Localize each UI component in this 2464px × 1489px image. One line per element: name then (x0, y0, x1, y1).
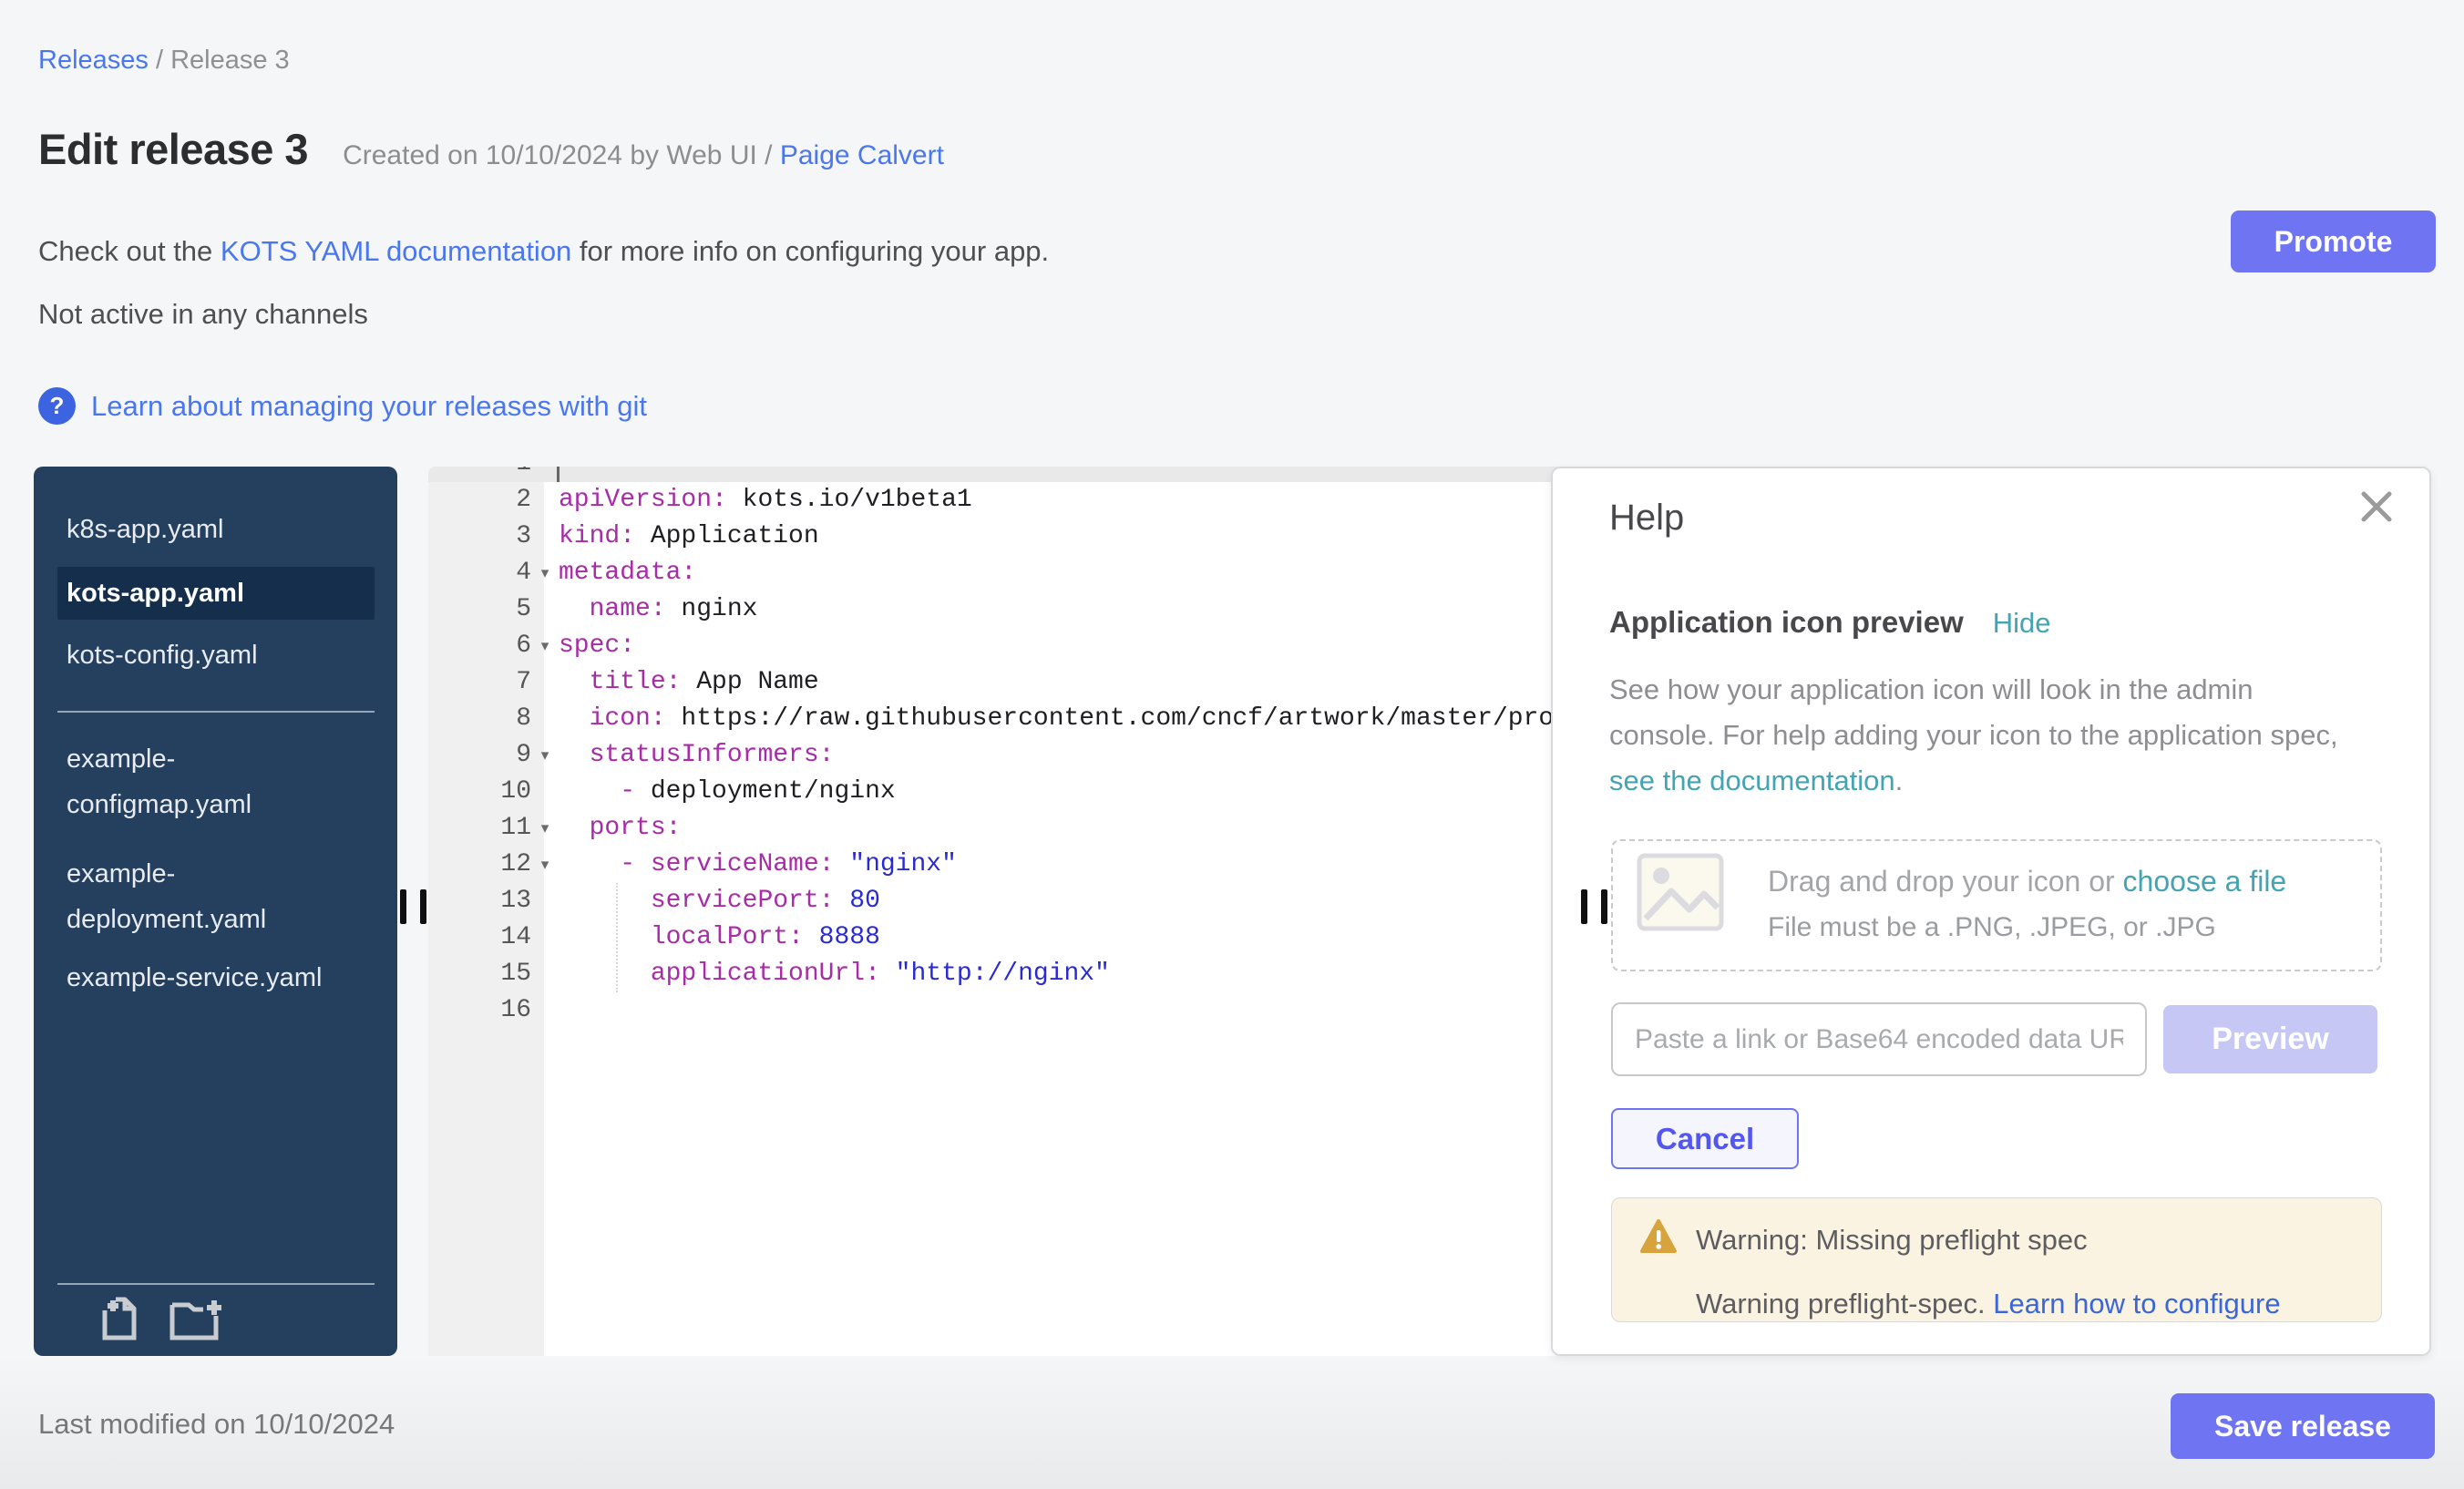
line-number: 9 (428, 737, 531, 774)
git-help-link[interactable]: Learn about managing your releases with … (91, 390, 647, 423)
promote-button[interactable]: Promote (2231, 211, 2436, 272)
icon-dropzone[interactable]: Drag and drop your icon or choose a file… (1611, 839, 2382, 971)
save-release-button[interactable]: Save release (2171, 1393, 2435, 1459)
line-number: 11 (428, 810, 531, 847)
file-item-example-deployment-yaml[interactable]: example-deployment.yaml (34, 851, 397, 942)
created-info: Created on 10/10/2024 by Web UI / Paige … (343, 140, 944, 171)
fold-arrow-icon[interactable]: ▾ (531, 847, 559, 883)
file-item-kots-config-yaml[interactable]: kots-config.yaml (34, 632, 397, 678)
fold-spacer (531, 664, 559, 701)
line-number: 2 (428, 482, 531, 519)
fold-arrow-icon[interactable]: ▾ (531, 628, 559, 664)
last-modified-label: Last modified on 10/10/2024 (38, 1408, 395, 1441)
help-panel: Help Application icon preview Hide See h… (1551, 467, 2431, 1356)
icon-url-input[interactable] (1611, 1002, 2147, 1076)
warning-detail: Warning preflight-spec. Learn how to con… (1696, 1288, 2281, 1320)
line-number: 6 (428, 628, 531, 664)
sidebar-divider (57, 711, 375, 713)
dropzone-text: Drag and drop your icon or choose a file (1768, 865, 2286, 899)
fold-spacer (531, 482, 559, 519)
kots-yaml-docs-link[interactable]: KOTS YAML documentation (221, 235, 571, 267)
breadcrumb-releases-link[interactable]: Releases (38, 46, 149, 75)
release-editor-page: Releases / Release 3 Edit release 3 Crea… (0, 0, 2464, 1489)
help-title: Help (1609, 498, 1684, 539)
question-icon: ? (38, 387, 76, 425)
fold-spacer (531, 774, 559, 810)
warning-icon (1639, 1218, 1678, 1255)
help-resize-handle-left-bar[interactable] (1581, 889, 1587, 924)
fold-spacer (531, 883, 559, 919)
fold-spacer (531, 591, 559, 628)
line-number: 16 (428, 992, 531, 1029)
docs-hint: Check out the KOTS YAML documentation fo… (38, 235, 1049, 268)
preflight-warning: Warning: Missing preflight spec Warning … (1611, 1197, 2382, 1322)
help-resize-handle-right-bar[interactable] (1601, 889, 1607, 924)
line-number: 5 (428, 591, 531, 628)
line-number: 7 (428, 664, 531, 701)
sidebar-resize-handle-left-bar[interactable] (400, 889, 406, 924)
line-number: 8 (428, 701, 531, 737)
icon-preview-description: See how your application icon will look … (1609, 667, 2338, 804)
page-title: Edit release 3 (38, 124, 308, 174)
channel-status: Not active in any channels (38, 298, 368, 331)
git-help-row: ? Learn about managing your releases wit… (38, 387, 647, 425)
dropzone-hint: File must be a .PNG, .JPEG, or .JPG (1768, 912, 2216, 943)
fold-spacer (531, 992, 559, 1029)
file-list: k8s-app.yaml kots-app.yaml kots-config.yam… (34, 494, 397, 1001)
breadcrumb-separator: / (149, 46, 170, 75)
preview-button[interactable]: Preview (2163, 1005, 2377, 1073)
fold-spacer (531, 519, 559, 555)
warning-title: Warning: Missing preflight spec (1696, 1224, 2088, 1257)
see-documentation-link[interactable]: see the documentation (1609, 765, 1895, 796)
line-number: 14 (428, 919, 531, 956)
file-sidebar: k8s-app.yaml kots-app.yaml kots-config.yam… (34, 467, 397, 1356)
add-file-icon[interactable] (98, 1296, 143, 1343)
hide-link[interactable]: Hide (1993, 607, 2051, 640)
fold-spacer (531, 956, 559, 992)
breadcrumb: Releases / Release 3 (38, 46, 290, 76)
sidebar-resize-handle-right-bar[interactable] (420, 889, 426, 924)
fold-spacer (531, 701, 559, 737)
add-folder-icon[interactable] (169, 1296, 223, 1343)
file-item-kots-app-yaml[interactable]: kots-app.yaml (57, 567, 375, 620)
line-number: 10 (428, 774, 531, 810)
close-icon[interactable] (2356, 487, 2397, 527)
file-item-k8s-app-yaml[interactable]: k8s-app.yaml (34, 507, 397, 552)
breadcrumb-current: Release 3 (170, 46, 290, 75)
line-number: 12 (428, 847, 531, 883)
file-item-example-service-yaml[interactable]: example-service.yaml (34, 955, 397, 1001)
cancel-button[interactable]: Cancel (1611, 1108, 1799, 1169)
author-link[interactable]: Paige Calvert (780, 140, 944, 170)
fold-spacer (531, 919, 559, 956)
fold-arrow-icon[interactable]: ▾ (531, 810, 559, 847)
fold-arrow-icon[interactable]: ▾ (531, 737, 559, 774)
choose-file-link[interactable]: choose a file (2123, 865, 2287, 898)
line-number: 15 (428, 956, 531, 992)
image-placeholder-icon (1637, 853, 1724, 931)
line-number: 3 (428, 519, 531, 555)
fold-arrow-icon[interactable]: ▾ (531, 555, 559, 591)
line-number: 1 (428, 467, 531, 482)
icon-preview-title: Application icon preview (1609, 605, 1964, 640)
indent-guide (616, 883, 618, 992)
line-number: 13 (428, 883, 531, 919)
learn-configure-link[interactable]: Learn how to configure (1993, 1288, 2280, 1320)
fold-spacer (531, 467, 559, 482)
sidebar-divider (57, 1283, 375, 1285)
line-number: 4 (428, 555, 531, 591)
file-item-example-configmap-yaml[interactable]: example-configmap.yaml (34, 736, 397, 827)
text-cursor (557, 467, 560, 482)
